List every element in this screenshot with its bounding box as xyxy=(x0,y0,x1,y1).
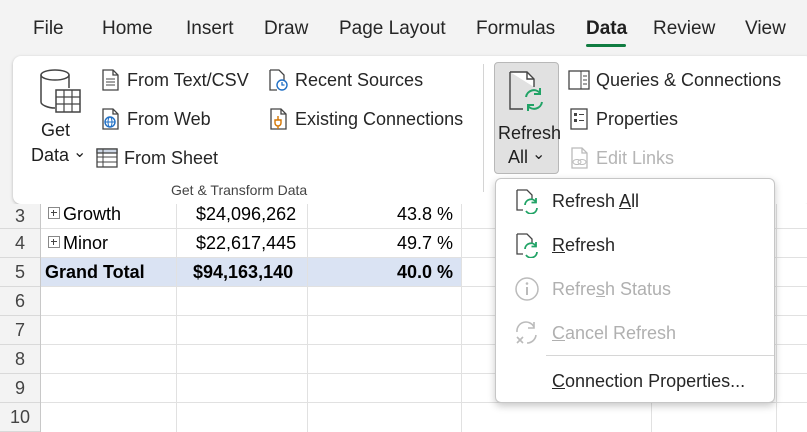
get-data-label-line2: Data xyxy=(31,145,70,165)
tab-home[interactable]: Home xyxy=(102,18,153,40)
refresh-all-menu-label: Refresh All xyxy=(552,190,640,211)
menu-separator xyxy=(546,355,774,356)
from-sheet-label: From Sheet xyxy=(124,147,219,168)
row-header-9[interactable]: 9 xyxy=(0,374,40,403)
tab-file[interactable]: File xyxy=(33,18,64,40)
cancel-refresh-icon xyxy=(516,321,537,344)
edit-links-button[interactable]: Edit Links xyxy=(567,146,674,170)
refresh-menu-label: Refresh xyxy=(552,234,616,255)
get-transform-group-label: Get & Transform Data xyxy=(171,182,308,198)
row-header-border xyxy=(40,204,41,432)
from-text-csv-button[interactable]: From Text/CSV xyxy=(98,68,249,92)
recent-sources-label: Recent Sources xyxy=(295,69,424,90)
database-table-icon xyxy=(40,69,81,113)
grand-total-label[interactable]: Grand Total xyxy=(45,262,145,283)
properties-list-icon xyxy=(570,108,588,130)
edit-links-icon xyxy=(571,147,588,169)
connection-file-icon xyxy=(270,108,287,130)
properties-button[interactable]: Properties xyxy=(567,107,678,131)
menu-item-refresh-all[interactable]: Refresh All xyxy=(496,181,774,221)
from-web-label: From Web xyxy=(127,108,211,129)
grid-line xyxy=(176,204,177,432)
tab-page-layout[interactable]: Page Layout xyxy=(339,18,446,40)
row-header-10[interactable]: 10 xyxy=(0,403,40,432)
row-header-3[interactable]: 3 xyxy=(0,204,40,229)
refresh-all-icon xyxy=(516,189,538,214)
row-label-text: Minor xyxy=(63,233,109,253)
recent-clock-icon xyxy=(269,69,288,91)
refresh-all-icon xyxy=(509,71,543,111)
group-separator xyxy=(483,64,484,192)
chevron-down-icon: ⌄ xyxy=(532,146,546,163)
grid-line xyxy=(461,204,462,432)
refresh-all-label-line2: All xyxy=(508,147,529,167)
expand-plus-icon[interactable] xyxy=(48,236,60,249)
grid-line xyxy=(307,204,308,432)
from-web-button[interactable]: From Web xyxy=(98,107,211,131)
get-data-label-line1: Get xyxy=(41,120,71,140)
menu-item-refresh[interactable]: Refresh xyxy=(496,225,774,265)
sheet-table-icon xyxy=(96,148,118,168)
refresh-dropdown-menu: Refresh All Refresh Refresh Status Cance… xyxy=(495,178,775,403)
value-cell[interactable]: $24,096,262 xyxy=(196,204,296,225)
queries-connections-button[interactable]: Queries & Connections xyxy=(567,68,781,92)
queries-connections-label: Queries & Connections xyxy=(596,69,782,90)
existing-connections-label: Existing Connections xyxy=(295,108,464,129)
info-icon xyxy=(515,277,539,301)
tab-data[interactable]: Data xyxy=(586,18,627,40)
tab-view[interactable]: View xyxy=(745,18,786,40)
active-tab-indicator xyxy=(586,44,626,47)
grid-line xyxy=(776,204,777,432)
refresh-status-menu-label: Refresh Status xyxy=(552,278,672,299)
cancel-refresh-menu-label: Cancel Refresh xyxy=(552,322,677,343)
menu-item-cancel-refresh[interactable]: Cancel Refresh xyxy=(496,313,774,353)
tab-formulas[interactable]: Formulas xyxy=(476,18,555,40)
menu-bar: File Home Insert Draw Page Layout Formul… xyxy=(0,0,807,50)
queries-pane-icon xyxy=(568,70,590,90)
connection-properties-menu-label: Connection Properties... xyxy=(552,370,746,391)
get-data-button[interactable]: Get Data ⌄ xyxy=(31,64,91,174)
tab-review[interactable]: Review xyxy=(653,18,715,40)
percent-cell[interactable]: 49.7 % xyxy=(397,233,453,254)
row-header-6[interactable]: 6 xyxy=(0,287,40,316)
menu-item-refresh-status[interactable]: Refresh Status xyxy=(496,269,774,309)
grand-total-percent[interactable]: 40.0 % xyxy=(397,262,453,283)
web-file-icon xyxy=(102,108,119,130)
value-cell[interactable]: $22,617,445 xyxy=(196,233,296,254)
row-header-4[interactable]: 4 xyxy=(0,229,40,258)
row-header-5[interactable]: 5 xyxy=(0,258,40,287)
recent-sources-button[interactable]: Recent Sources xyxy=(266,68,423,92)
refresh-all-label-line1: Refresh xyxy=(498,123,562,143)
from-sheet-button[interactable]: From Sheet xyxy=(95,146,218,170)
existing-connections-button[interactable]: Existing Connections xyxy=(266,107,463,131)
row-label-minor[interactable]: Minor xyxy=(48,233,108,254)
grand-total-value[interactable]: $94,163,140 xyxy=(193,262,293,283)
row-label-text: Growth xyxy=(63,204,122,224)
edit-links-label: Edit Links xyxy=(596,147,675,168)
row-header-8[interactable]: 8 xyxy=(0,345,40,374)
expand-plus-icon[interactable] xyxy=(48,207,60,220)
tab-draw[interactable]: Draw xyxy=(264,18,308,40)
refresh-all-button[interactable]: Refresh All ⌄ xyxy=(494,62,562,174)
percent-cell[interactable]: 43.8 % xyxy=(397,204,453,225)
menu-item-connection-properties[interactable]: Connection Properties... xyxy=(496,361,774,401)
properties-label: Properties xyxy=(596,108,679,129)
row-label-growth[interactable]: Growth xyxy=(48,204,121,225)
tab-insert[interactable]: Insert xyxy=(186,18,234,40)
chevron-down-icon: ⌄ xyxy=(73,144,87,161)
text-file-icon xyxy=(102,69,119,91)
row-header-7[interactable]: 7 xyxy=(0,316,40,345)
refresh-icon xyxy=(516,233,538,258)
from-text-csv-label: From Text/CSV xyxy=(127,69,249,90)
